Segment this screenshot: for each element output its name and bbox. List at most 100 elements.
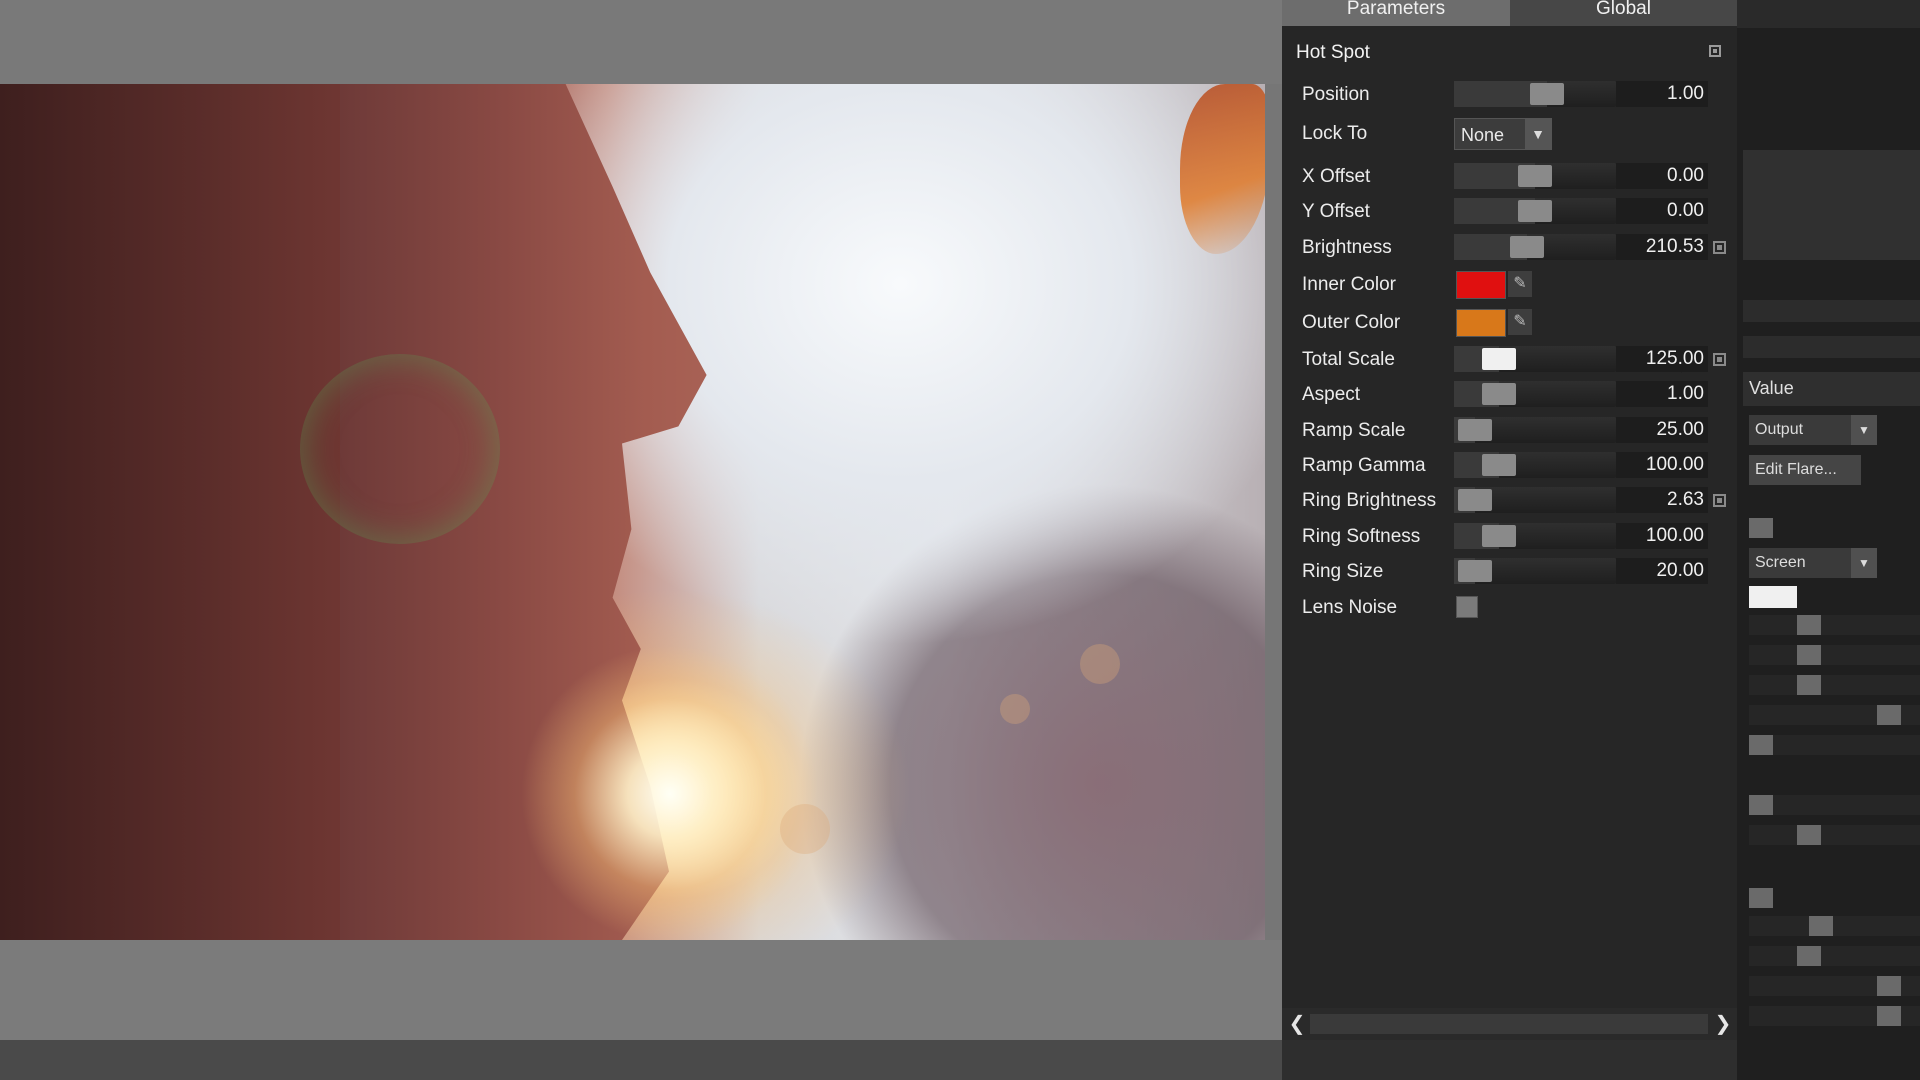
aspect-value-field[interactable]: 1.00: [1616, 381, 1708, 407]
slider-thumb[interactable]: [1797, 946, 1821, 966]
output-dropdown-selected: Output: [1755, 421, 1804, 438]
side-slider[interactable]: [1749, 705, 1920, 725]
param-label: Y Offset: [1302, 201, 1370, 222]
param-row-ring-softness: Ring Softness 100.00: [1282, 521, 1737, 551]
bokeh-light: [1000, 694, 1030, 724]
viewer-top-band: [0, 0, 1282, 84]
edit-flare-button[interactable]: Edit Flare...: [1749, 455, 1861, 485]
side-slider[interactable]: [1749, 645, 1920, 665]
chevron-right-icon[interactable]: ❯: [1712, 1012, 1734, 1036]
inner-color-swatch[interactable]: [1456, 271, 1506, 299]
slider-thumb[interactable]: [1797, 675, 1821, 695]
side-slider[interactable]: [1749, 735, 1920, 755]
ring-size-value-field[interactable]: 20.00: [1616, 558, 1708, 584]
side-checkbox[interactable]: [1749, 888, 1773, 908]
scrollbar-track[interactable]: [1310, 1014, 1708, 1034]
slider-thumb[interactable]: [1509, 236, 1544, 258]
slider-thumb[interactable]: [1458, 419, 1492, 441]
x-offset-value-field[interactable]: 0.00: [1616, 163, 1708, 189]
ramp-gamma-value-field[interactable]: 100.00: [1616, 452, 1708, 478]
ring-brightness-value-field[interactable]: 2.63: [1616, 487, 1708, 513]
y-offset-value-field[interactable]: 0.00: [1616, 198, 1708, 224]
panel-tabs: Parameters Global: [1282, 0, 1737, 26]
x-offset-slider[interactable]: [1454, 163, 1616, 189]
keyframe-icon[interactable]: [1713, 494, 1726, 507]
side-slider[interactable]: [1749, 825, 1920, 845]
bokeh-light: [1080, 644, 1120, 684]
param-row-x-offset: X Offset 0.00: [1282, 161, 1737, 191]
slider-thumb[interactable]: [1482, 348, 1516, 370]
slider-thumb[interactable]: [1458, 560, 1492, 582]
total-scale-value-field[interactable]: 125.00: [1616, 346, 1708, 372]
ring-softness-value-field[interactable]: 100.00: [1616, 523, 1708, 549]
param-label: Position: [1302, 84, 1370, 105]
tab-global[interactable]: Global: [1510, 0, 1737, 26]
preview-image[interactable]: [0, 84, 1265, 940]
lock-to-dropdown[interactable]: None ▼: [1454, 118, 1552, 150]
slider-thumb[interactable]: [1530, 83, 1564, 105]
side-slider[interactable]: [1749, 615, 1920, 635]
eyedropper-icon[interactable]: ✎: [1508, 309, 1532, 335]
slider-thumb[interactable]: [1518, 200, 1552, 222]
chevron-down-icon[interactable]: ▼: [1525, 119, 1551, 149]
section-collapse-icon[interactable]: [1709, 45, 1721, 57]
lens-flare-hotspot: [520, 644, 820, 940]
total-scale-slider[interactable]: [1454, 346, 1689, 373]
slider-thumb[interactable]: [1797, 615, 1821, 635]
param-row-ramp-scale: Ramp Scale 25.00: [1282, 415, 1737, 445]
blend-mode-dropdown[interactable]: Screen ▼: [1749, 548, 1877, 578]
slider-thumb[interactable]: [1797, 825, 1821, 845]
slider-thumb[interactable]: [1797, 645, 1821, 665]
aspect-slider[interactable]: [1454, 381, 1616, 407]
ring-brightness-slider[interactable]: [1454, 487, 1616, 513]
slider-thumb[interactable]: [1749, 795, 1773, 815]
chevron-left-icon[interactable]: ❮: [1286, 1012, 1308, 1036]
eyedropper-icon[interactable]: ✎: [1508, 271, 1532, 297]
side-slider[interactable]: [1749, 916, 1920, 936]
brightness-value-field[interactable]: 210.53: [1616, 234, 1708, 260]
lens-noise-checkbox[interactable]: [1456, 596, 1478, 618]
ring-size-slider[interactable]: [1454, 558, 1616, 584]
side-slider[interactable]: [1749, 976, 1920, 996]
viewer-bottom-band: [0, 940, 1282, 1040]
param-row-aspect: Aspect 1.00: [1282, 379, 1737, 409]
output-dropdown[interactable]: Output ▼: [1749, 415, 1877, 445]
param-label: X Offset: [1302, 166, 1371, 187]
ramp-gamma-slider[interactable]: [1454, 452, 1616, 478]
slider-thumb[interactable]: [1518, 165, 1552, 187]
side-slider[interactable]: [1749, 795, 1920, 815]
keyframe-icon[interactable]: [1713, 353, 1726, 366]
param-row-brightness: Brightness 210.53: [1282, 232, 1737, 262]
slider-thumb[interactable]: [1809, 916, 1833, 936]
chevron-down-icon[interactable]: ▼: [1851, 415, 1877, 445]
slider-thumb[interactable]: [1482, 525, 1516, 547]
keyframe-icon[interactable]: [1713, 241, 1726, 254]
y-offset-slider[interactable]: [1454, 198, 1616, 224]
side-color-swatch[interactable]: [1749, 586, 1797, 608]
position-value-field[interactable]: 1.00: [1616, 81, 1708, 107]
slider-thumb[interactable]: [1877, 976, 1901, 996]
param-label: Ring Size: [1302, 561, 1384, 582]
param-row-ring-size: Ring Size 20.00: [1282, 556, 1737, 586]
slider-thumb[interactable]: [1482, 383, 1516, 405]
slider-thumb[interactable]: [1877, 1006, 1901, 1026]
tab-parameters[interactable]: Parameters: [1282, 0, 1510, 26]
chevron-down-icon[interactable]: ▼: [1851, 548, 1877, 578]
slider-thumb[interactable]: [1749, 735, 1773, 755]
param-label: Aspect: [1302, 384, 1361, 405]
slider-thumb[interactable]: [1877, 705, 1901, 725]
slider-thumb[interactable]: [1482, 454, 1516, 476]
param-label: Ramp Scale: [1302, 420, 1406, 441]
side-checkbox[interactable]: [1749, 518, 1773, 538]
panel-horizontal-scrollbar[interactable]: ❮ ❯: [1282, 1008, 1737, 1040]
position-slider[interactable]: [1454, 81, 1616, 107]
outer-color-swatch[interactable]: [1456, 309, 1506, 337]
slider-thumb[interactable]: [1458, 489, 1492, 511]
ramp-scale-slider[interactable]: [1454, 417, 1616, 443]
ramp-scale-value-field[interactable]: 25.00: [1616, 417, 1708, 443]
brightness-slider[interactable]: [1454, 234, 1616, 260]
side-slider[interactable]: [1749, 1006, 1920, 1026]
ring-softness-slider[interactable]: [1454, 523, 1616, 549]
side-slider[interactable]: [1749, 946, 1920, 966]
side-slider[interactable]: [1749, 675, 1920, 695]
